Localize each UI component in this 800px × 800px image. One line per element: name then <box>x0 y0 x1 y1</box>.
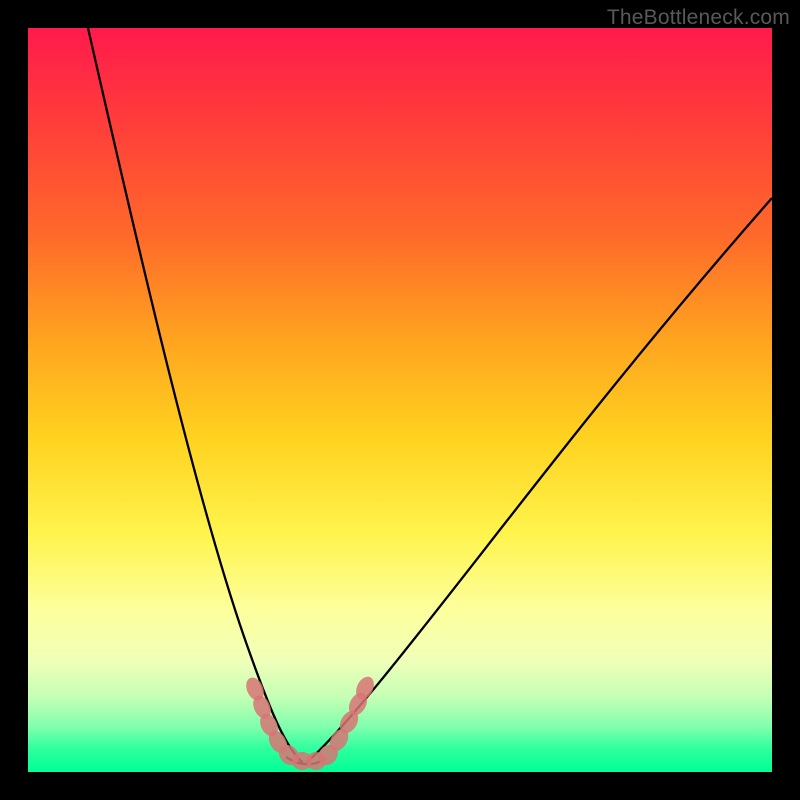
bottleneck-curve-left <box>88 28 303 763</box>
bottleneck-curve-right <box>306 198 772 763</box>
plot-area <box>28 28 772 772</box>
curve-layer <box>28 28 772 772</box>
watermark-text: TheBottleneck.com <box>607 6 790 30</box>
bottom-band-markers <box>243 674 378 770</box>
chart-frame: TheBottleneck.com <box>0 0 800 800</box>
